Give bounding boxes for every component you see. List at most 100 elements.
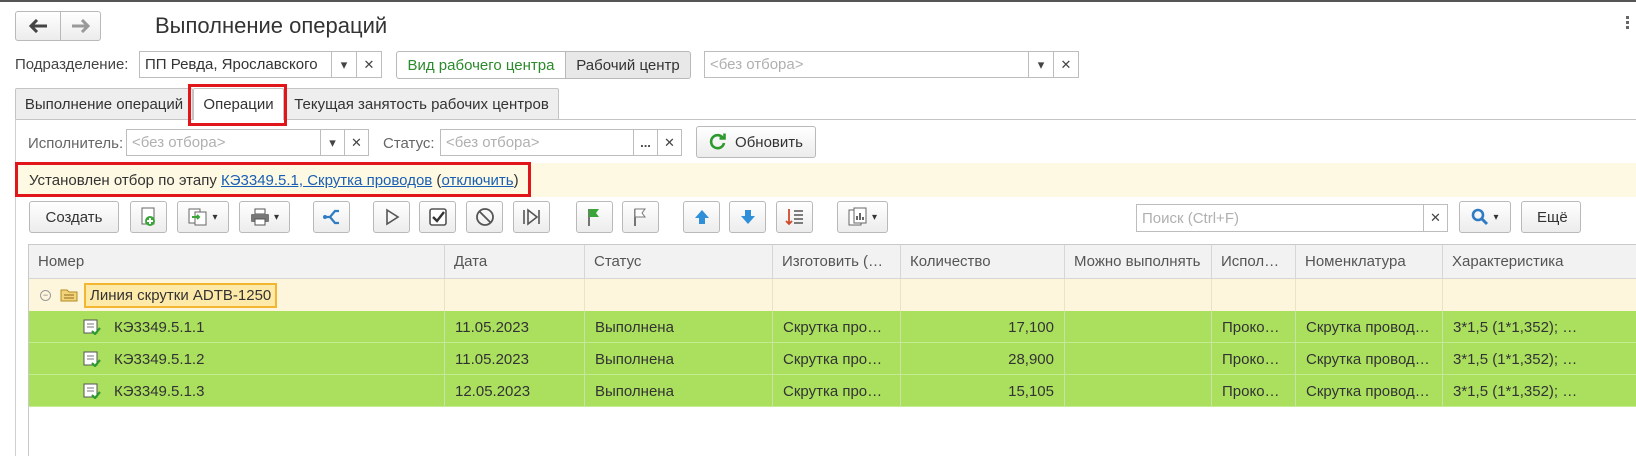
move-down-button[interactable] — [729, 201, 766, 233]
executor-clear-button[interactable]: ✕ — [344, 129, 369, 156]
executor-dropdown-button[interactable]: ▾ — [320, 129, 345, 156]
play-icon — [385, 208, 399, 226]
subdivision-field[interactable]: ПП Ревда, Ярославского — [139, 51, 332, 78]
column-header-can-execute[interactable]: Можно выполнять — [1065, 245, 1212, 279]
column-header-date[interactable]: Дата — [445, 245, 585, 279]
wc-button[interactable]: Рабочий центр — [565, 51, 691, 79]
more-button[interactable]: Ещё — [1521, 201, 1581, 233]
subdivision-dropdown-button[interactable]: ▾ — [331, 51, 357, 78]
notice-highlight-frame — [15, 162, 531, 197]
subdivision-label: Подразделение: — [15, 56, 129, 73]
step-forward-button[interactable] — [513, 201, 550, 233]
page-title: Выполнение операций — [155, 13, 388, 38]
sort-list-icon — [784, 209, 803, 226]
subdivision-clear-button[interactable]: ✕ — [356, 51, 382, 78]
executor-field[interactable]: <без отбора> — [126, 129, 321, 156]
tab-workload[interactable]: Текущая занятость рабочих центров — [284, 88, 559, 119]
quantity-cell: 17,100 — [901, 311, 1065, 343]
characteristic-cell: 3*1,5 (1*1,352); … — [1443, 311, 1636, 343]
column-header-characteristic[interactable]: Характеристика — [1443, 245, 1636, 279]
sort-button[interactable] — [776, 201, 813, 233]
wc-filter-clear-button[interactable]: ✕ — [1053, 51, 1079, 78]
step-forward-icon — [522, 208, 540, 226]
characteristic-cell: 3*1,5 (1*1,352); … — [1443, 343, 1636, 375]
group-row[interactable]: − Линия скрутки ADTB-1250 — [29, 279, 1636, 311]
tab-highlight-frame — [188, 84, 287, 126]
refresh-button[interactable]: Обновить — [696, 126, 816, 158]
more-label: Ещё — [1537, 208, 1568, 226]
close-icon: ✕ — [1060, 56, 1072, 72]
status-clear-button[interactable]: ✕ — [657, 129, 682, 156]
create-based-on-button[interactable]: ▾ — [177, 201, 229, 233]
hierarchy-icon — [322, 209, 339, 225]
close-icon: ✕ — [664, 134, 675, 150]
back-button[interactable] — [15, 11, 61, 41]
window-top-border — [0, 0, 1636, 2]
refresh-label: Обновить — [735, 133, 803, 151]
can-execute-cell — [1065, 311, 1212, 343]
column-header-status[interactable]: Статус — [585, 245, 773, 279]
printer-icon — [250, 208, 269, 226]
refresh-icon — [709, 133, 726, 150]
column-header-executor[interactable]: Испол… — [1212, 245, 1296, 279]
operation-done-icon — [83, 319, 101, 335]
date-cell: 11.05.2023 — [445, 343, 585, 375]
folder-icon — [60, 289, 78, 302]
search-clear-button[interactable]: ✕ — [1423, 204, 1448, 232]
set-flag-button[interactable] — [576, 201, 613, 233]
status-field[interactable]: <без отбора> — [440, 129, 635, 156]
structure-button[interactable] — [313, 201, 350, 233]
checkbox-checked-icon — [428, 208, 447, 226]
group-empty-cell — [1065, 279, 1212, 311]
dropdown-arrow-icon: ▾ — [1493, 211, 1499, 223]
cancel-button[interactable] — [466, 201, 503, 233]
search-placeholder: Поиск (Ctrl+F) — [1142, 209, 1239, 227]
create-button[interactable]: Создать — [29, 201, 119, 233]
row-number: КЭ3349.5.1.2 — [114, 350, 205, 368]
column-header-number[interactable]: Номер — [29, 245, 445, 279]
clear-flag-button[interactable] — [622, 201, 659, 233]
move-up-button[interactable] — [683, 201, 720, 233]
dropdown-arrow-icon: ▾ — [340, 56, 348, 72]
forward-button[interactable] — [60, 11, 101, 41]
arrow-right-icon — [71, 19, 90, 33]
table-row[interactable]: КЭ3349.5.1.2 11.05.2023 Выполнена Скрутк… — [29, 343, 1636, 375]
wc-filter-dropdown-button[interactable]: ▾ — [1028, 51, 1054, 78]
collapse-icon[interactable]: − — [40, 289, 51, 301]
status-select-button[interactable]: ... — [633, 129, 658, 156]
operation-done-icon — [83, 351, 101, 367]
nomenclature-cell: Скрутка провод… — [1296, 311, 1443, 343]
more-vertical-icon[interactable] — [1624, 14, 1630, 36]
quantity-cell: 28,900 — [901, 343, 1065, 375]
complete-button[interactable] — [419, 201, 456, 233]
arrow-left-icon — [28, 19, 47, 33]
group-empty-cell — [1212, 279, 1296, 311]
wc-filter-field[interactable]: <без отбора> — [704, 51, 1029, 78]
print-button[interactable]: ▾ — [239, 201, 290, 233]
start-button[interactable] — [373, 201, 410, 233]
tab-execution[interactable]: Выполнение операций — [15, 88, 193, 119]
copy-button[interactable] — [130, 201, 167, 233]
group-label: Линия скрутки ADTB-1250 — [84, 282, 278, 308]
group-empty-cell — [1296, 279, 1443, 311]
column-header-nomenclature[interactable]: Номенклатура — [1296, 245, 1443, 279]
search-input[interactable]: Поиск (Ctrl+F) — [1136, 204, 1426, 232]
reports-button[interactable]: ▾ — [837, 201, 888, 233]
status-label: Статус: — [383, 135, 435, 152]
table-row[interactable]: КЭ3349.5.1.3 12.05.2023 Выполнена Скрутк… — [29, 375, 1636, 407]
status-placeholder: <без отбора> — [446, 134, 540, 151]
flag-green-icon — [587, 209, 599, 226]
create-based-icon — [188, 208, 207, 226]
number-cell: КЭ3349.5.1.1 — [29, 311, 445, 343]
row-number: КЭ3349.5.1.1 — [114, 318, 205, 336]
column-header-make[interactable]: Изготовить (… — [773, 245, 901, 279]
row-number: КЭ3349.5.1.3 — [114, 382, 205, 400]
table-row[interactable]: КЭ3349.5.1.1 11.05.2023 Выполнена Скрутк… — [29, 311, 1636, 343]
executor-placeholder: <без отбора> — [132, 134, 226, 151]
group-empty-cell — [773, 279, 901, 311]
column-header-quantity[interactable]: Количество — [901, 245, 1065, 279]
wc-type-button[interactable]: Вид рабочего центра — [396, 51, 566, 79]
search-button[interactable]: ▾ — [1459, 201, 1511, 233]
can-execute-cell — [1065, 375, 1212, 407]
make-cell: Скрутка про… — [773, 311, 901, 343]
